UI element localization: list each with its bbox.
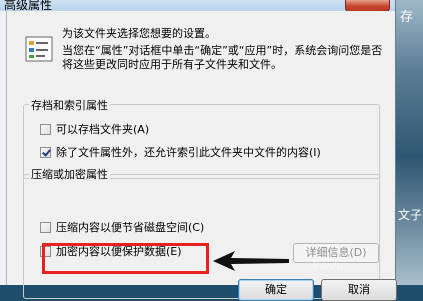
- archive-option[interactable]: 可以存档文件夹(A): [40, 121, 149, 137]
- index-checkbox[interactable]: [40, 146, 51, 158]
- compress-option[interactable]: 压缩内容以便节省磁盘空间(C): [40, 219, 204, 235]
- background-text-top: 存: [400, 10, 414, 25]
- compress-group-title: 压缩或加密属性: [29, 166, 110, 182]
- index-option[interactable]: 除了文件属性外，还允许索引此文件夹中文件的内容(I): [40, 144, 321, 160]
- title-bar: 高级属性: [0, 0, 395, 11]
- compress-checkbox[interactable]: [40, 221, 51, 233]
- background-text-mid: 文子: [398, 208, 423, 222]
- desktop-background: 存 文子: [395, 0, 423, 285]
- dialog-client-area: 为该文件夹选择您想要的设置。 当您在“属性”对话框中单击“确定”或“应用”时，系…: [6, 11, 397, 301]
- intro-description: 当您在“属性”对话框中单击“确定”或“应用”时，系统会询问您是否将这些更改同时应…: [62, 44, 383, 71]
- ok-button[interactable]: 确定: [238, 279, 314, 301]
- advanced-attributes-dialog: 高级属性 为该文件夹选择您想要的设置。 当您在“属性”对话框中单击“确定”或“应…: [0, 0, 397, 301]
- compress-label: 压缩内容以便节省磁盘空间(C): [56, 221, 205, 234]
- cancel-button[interactable]: 取消: [321, 279, 397, 301]
- intro-text: 为该文件夹选择您想要的设置。: [62, 27, 216, 40]
- archive-checkbox[interactable]: [40, 123, 51, 135]
- window-title: 高级属性: [4, 0, 53, 11]
- annotation-arrow-icon: [213, 251, 289, 271]
- archive-group-title: 存档和索引属性: [29, 97, 110, 113]
- folder-settings-icon: [25, 36, 53, 62]
- index-label: 除了文件属性外，还允许索引此文件夹中文件的内容(I): [56, 146, 321, 159]
- annotation-highlight-box: [42, 243, 209, 274]
- watermark: Baidu: [312, 259, 344, 272]
- archive-label: 可以存档文件夹(A): [56, 123, 150, 136]
